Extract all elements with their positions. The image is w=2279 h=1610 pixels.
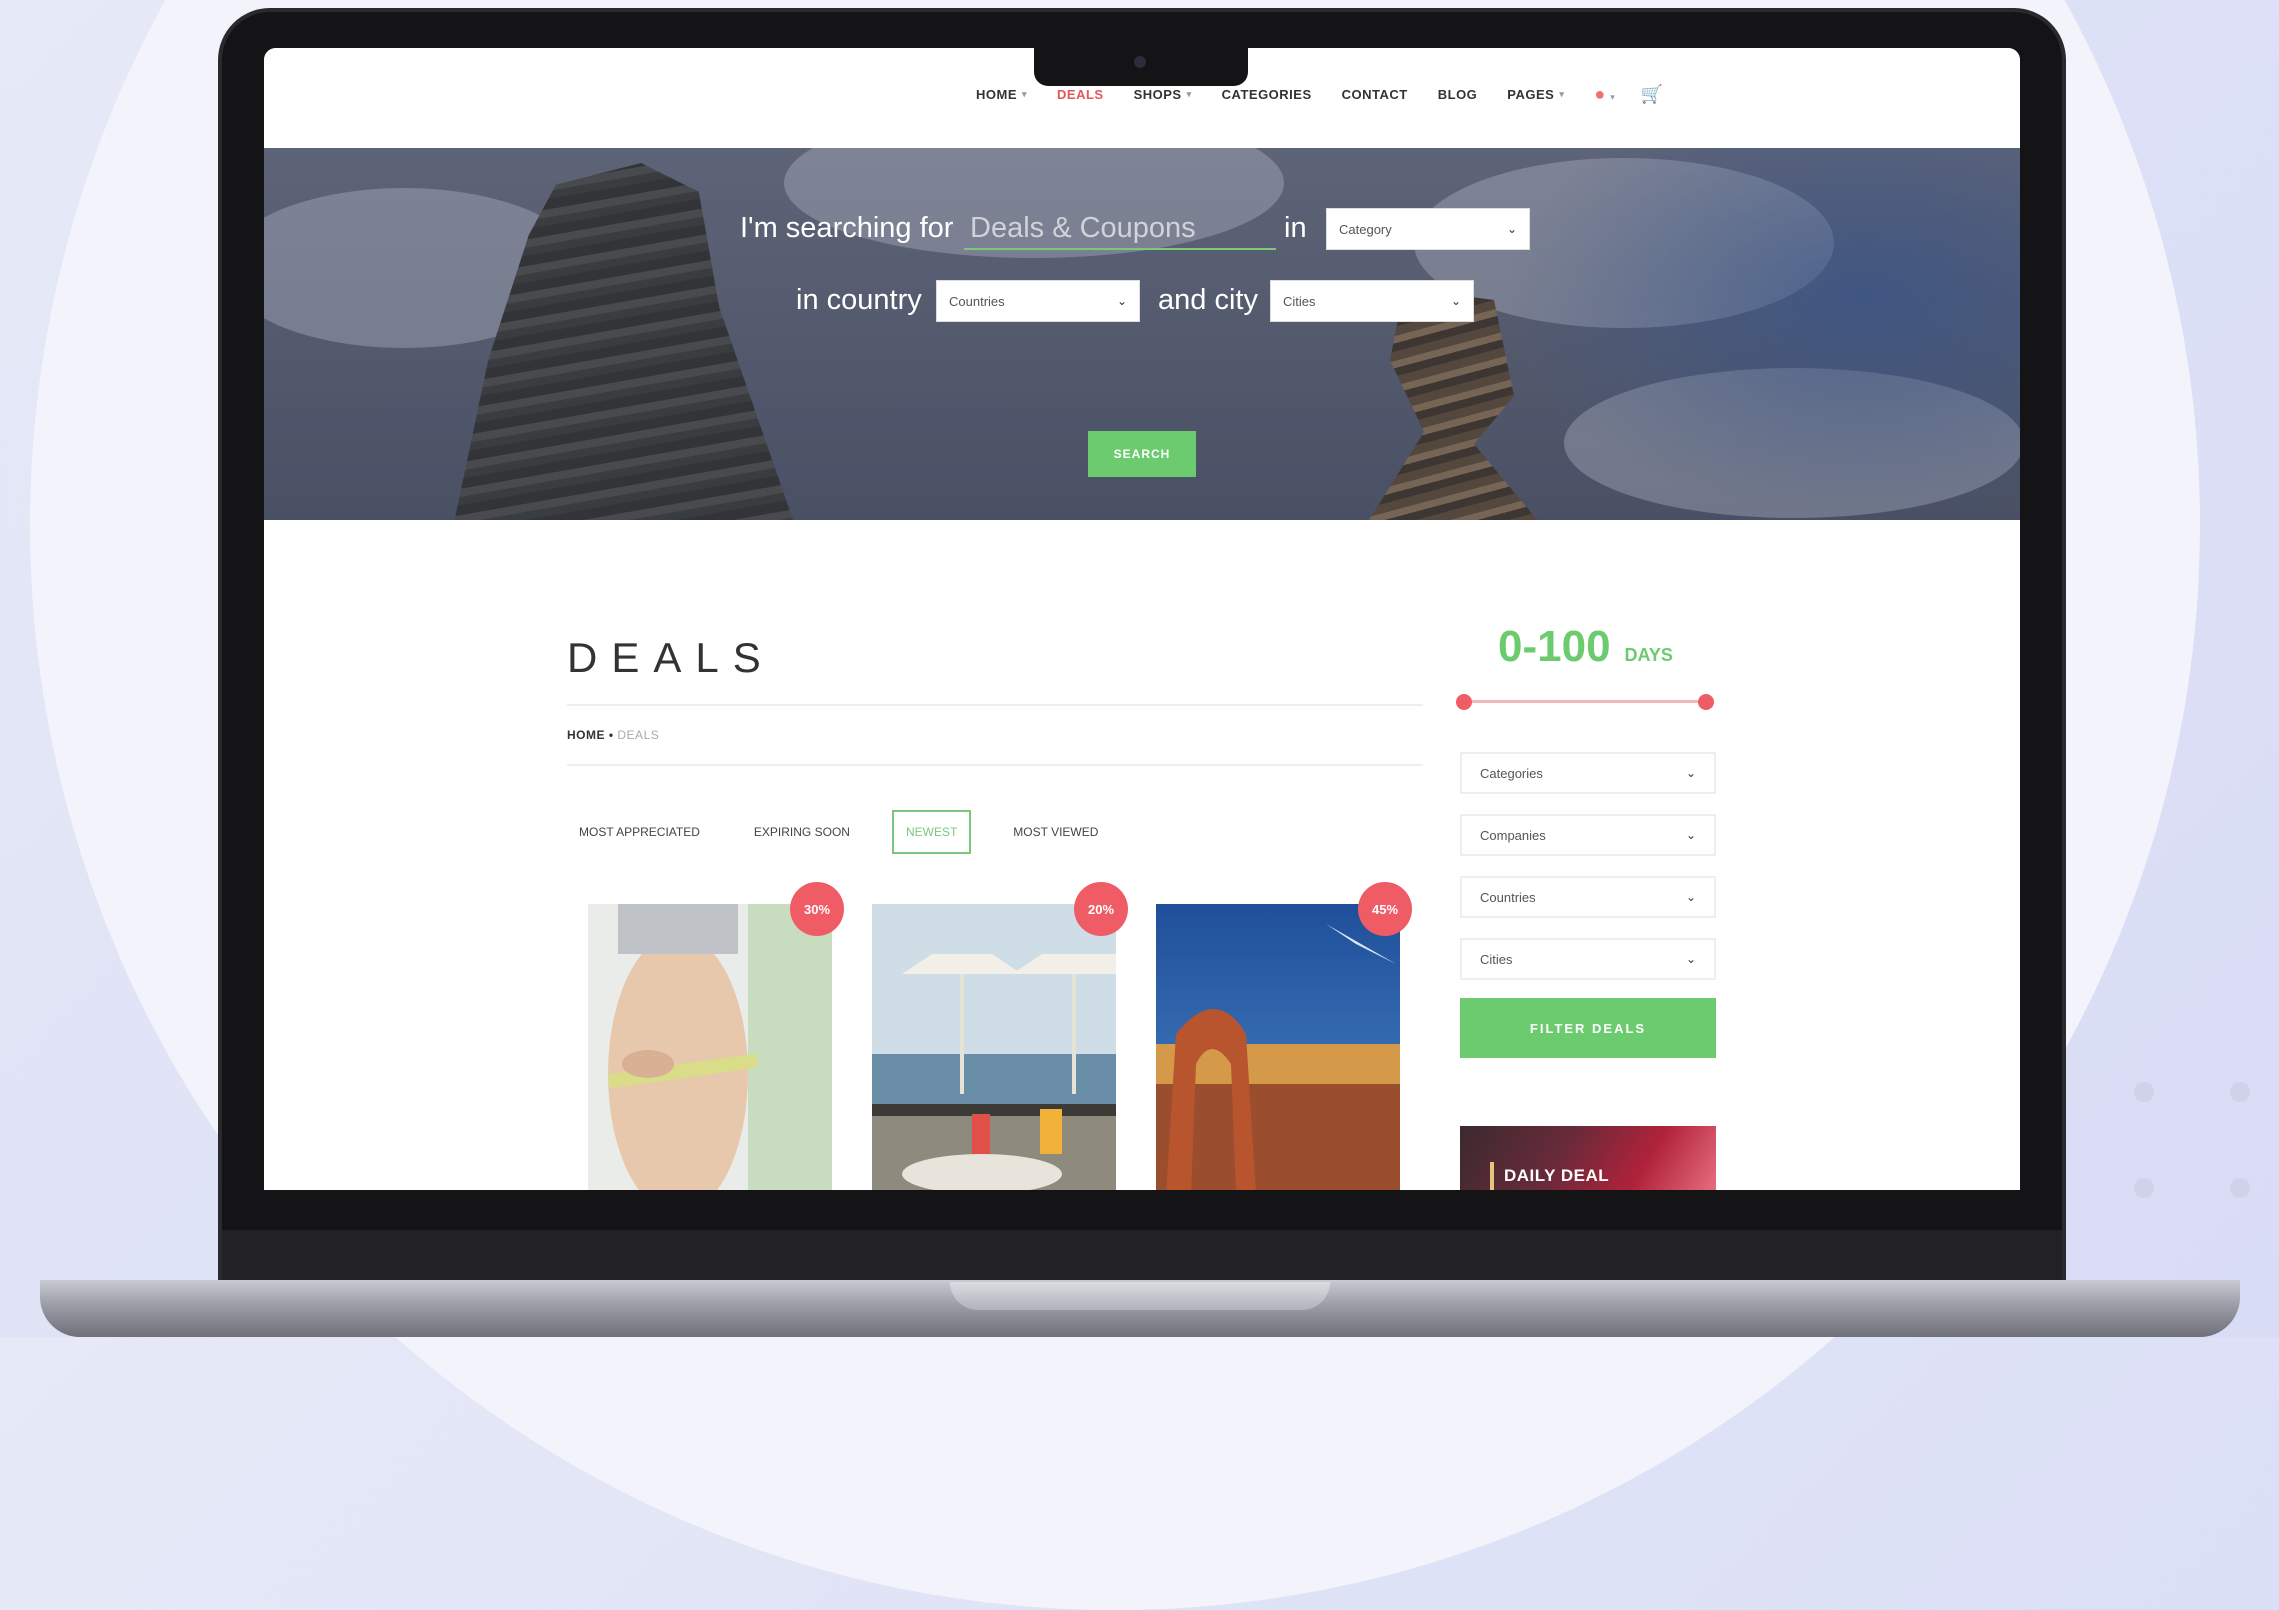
deals-search-input[interactable] <box>964 208 1276 250</box>
nav-label: CONTACT <box>1341 87 1408 102</box>
slider-fill <box>1464 700 1706 703</box>
discount-badge: 45% <box>1358 882 1412 936</box>
decor-dot <box>2134 1082 2154 1102</box>
camera-notch <box>1034 44 1248 86</box>
countries-filter-select[interactable]: Countries ⌄ <box>1460 876 1716 918</box>
daily-deal-widget[interactable]: DAILY DEAL <box>1460 1126 1716 1190</box>
select-value: Category <box>1339 221 1392 237</box>
chevron-down-icon: ▾ <box>1022 89 1028 99</box>
deal-card[interactable] <box>1156 904 1400 1190</box>
decor-dot <box>2134 1178 2154 1198</box>
laptop-hinge-notch <box>950 1282 1330 1310</box>
chevron-down-icon: ▾ <box>1186 89 1192 99</box>
chevron-down-icon: ⌄ <box>1116 294 1127 308</box>
companies-filter-select[interactable]: Companies ⌄ <box>1460 814 1716 856</box>
filter-deals-button[interactable]: FILTER DEALS <box>1460 998 1716 1058</box>
page-title: DEALS <box>567 634 775 681</box>
breadcrumb-current: DEALS <box>617 728 660 742</box>
decor-dot <box>2230 1082 2250 1102</box>
countries-select[interactable]: Countries ⌄ <box>936 280 1140 322</box>
nav-label: CATEGORIES <box>1221 87 1312 102</box>
in-label: in <box>1284 212 1307 244</box>
nav-menu: HOME ▾ DEALS SHOPS ▾ CATEGORIES CONTACT BL… <box>976 84 1663 105</box>
breadcrumb: HOME • DEALS <box>567 728 659 742</box>
chevron-down-icon: ⌄ <box>1685 766 1696 780</box>
tab-most-appreciated[interactable]: MOST APPRECIATED <box>567 810 712 854</box>
cart-icon[interactable]: 🛒 <box>1641 84 1663 105</box>
decor-dot <box>2230 1178 2250 1198</box>
chevron-down-icon: ⌄ <box>1685 890 1696 904</box>
beach-resort-drinks-image <box>872 904 1116 1190</box>
deal-card[interactable] <box>588 904 832 1190</box>
chevron-down-icon: ▾ <box>1559 89 1565 99</box>
hero-search-banner: I'm searching for in Category ⌄ in countr… <box>264 148 2020 520</box>
chevron-down-icon: ⌄ <box>1685 952 1696 966</box>
category-select[interactable]: Category ⌄ <box>1326 208 1530 250</box>
select-value: Countries <box>949 293 1005 309</box>
nav-label: SHOPS <box>1133 87 1182 102</box>
select-value: Categories <box>1480 765 1543 781</box>
nav-label: HOME <box>976 87 1017 102</box>
slider-handle-max[interactable] <box>1698 694 1714 710</box>
discount-badge: 20% <box>1074 882 1128 936</box>
chevron-down-icon: ⌄ <box>1450 294 1461 308</box>
tab-expiring-soon[interactable]: EXPIRING SOON <box>742 810 862 854</box>
nav-item-contact[interactable]: CONTACT <box>1342 87 1408 102</box>
divider <box>567 764 1423 766</box>
days-range-label: 0-100 DAYS <box>1498 622 1673 672</box>
daily-deal-accent-bar <box>1490 1162 1494 1190</box>
breadcrumb-home[interactable]: HOME <box>567 728 605 742</box>
slider-handle-min[interactable] <box>1456 694 1472 710</box>
desert-arch-image <box>1156 904 1400 1190</box>
daily-deal-label: DAILY DEAL <box>1504 1166 1610 1185</box>
nav-label: PAGES <box>1507 87 1555 102</box>
user-icon[interactable]: ● ▾ <box>1594 84 1614 105</box>
camera-icon <box>1134 56 1146 68</box>
select-value: Countries <box>1480 889 1536 905</box>
divider <box>567 704 1423 706</box>
days-range-value: 0-100 <box>1498 622 1611 671</box>
breadcrumb-separator: • <box>608 728 614 742</box>
nav-item-categories[interactable]: CATEGORIES <box>1222 87 1312 102</box>
chevron-down-icon: ⌄ <box>1506 222 1517 236</box>
search-button[interactable]: SEARCH <box>1088 431 1196 477</box>
categories-filter-select[interactable]: Categories ⌄ <box>1460 752 1716 794</box>
chevron-down-icon: ⌄ <box>1685 828 1696 842</box>
select-value: Companies <box>1480 827 1546 843</box>
tab-most-viewed[interactable]: MOST VIEWED <box>1001 810 1110 854</box>
and-city-label: and city <box>1158 284 1258 316</box>
laptop-chin <box>222 1230 2062 1282</box>
website-screen: HOME ▾ DEALS SHOPS ▾ CATEGORIES CONTACT BL… <box>264 48 2020 1190</box>
days-range-slider[interactable] <box>1456 694 1714 710</box>
nav-item-deals[interactable]: DEALS <box>1057 87 1104 102</box>
select-value: Cities <box>1480 951 1513 967</box>
in-country-label: in country <box>796 284 922 316</box>
cities-filter-select[interactable]: Cities ⌄ <box>1460 938 1716 980</box>
select-value: Cities <box>1283 293 1316 309</box>
chevron-down-icon: ▾ <box>1610 92 1615 102</box>
nav-label: DEALS <box>1057 87 1104 102</box>
deal-card[interactable] <box>872 904 1116 1190</box>
discount-badge: 30% <box>790 882 844 936</box>
days-unit: DAYS <box>1624 645 1673 665</box>
fitness-waist-measure-image <box>588 904 832 1190</box>
nav-label: BLOG <box>1437 87 1478 102</box>
tab-newest[interactable]: NEWEST <box>891 810 972 854</box>
nav-item-blog[interactable]: BLOG <box>1438 87 1478 102</box>
nav-item-shops[interactable]: SHOPS ▾ <box>1134 87 1192 102</box>
searching-for-label: I'm searching for <box>740 212 954 244</box>
nav-item-home[interactable]: HOME ▾ <box>976 87 1027 102</box>
cities-select[interactable]: Cities ⌄ <box>1270 280 1474 322</box>
deal-sort-tabs: MOST APPRECIATED EXPIRING SOON NEWEST MO… <box>567 810 1140 854</box>
nav-item-pages[interactable]: PAGES ▾ <box>1507 87 1564 102</box>
